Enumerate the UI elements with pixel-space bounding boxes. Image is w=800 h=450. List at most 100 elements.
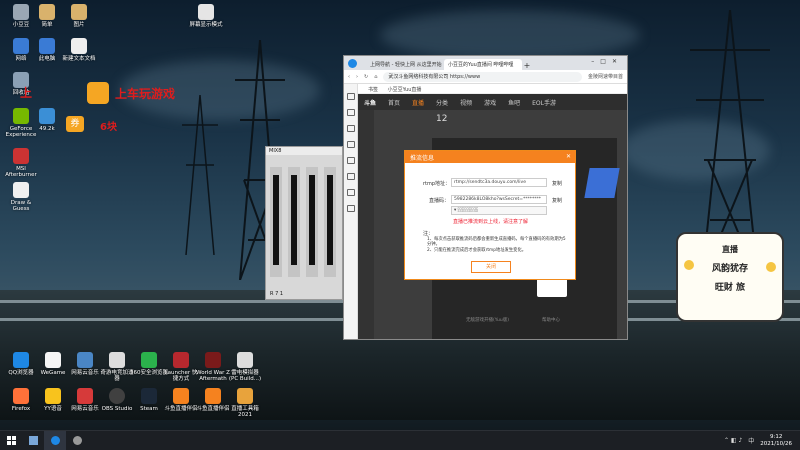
mixer-footer: R 7 1 — [270, 291, 284, 297]
refresh-icon[interactable]: ↻ — [364, 74, 368, 80]
sidebar-icon[interactable] — [346, 109, 355, 116]
bookmark-item[interactable]: 小豆豆Yuu直播 — [388, 87, 422, 93]
address-bar: ‹ › ↻ ⌂ 武汉斗鱼网络科技有限公司 https://www 金陵网速带目首 — [344, 70, 627, 84]
footer-right[interactable]: 帮助中心 — [542, 317, 560, 323]
nav-item[interactable]: 分类 — [436, 98, 448, 107]
promo-graphic — [584, 168, 620, 198]
push-info-modal: 推流信息 ✕ rtmp地址： rtmp://sendtc3a.douyu.com… — [404, 150, 576, 280]
wwz-icon — [205, 352, 221, 368]
desktop-icon[interactable]: MSI Afterburner — [2, 148, 40, 178]
sidebar-icon[interactable] — [346, 141, 355, 148]
desktop-icon[interactable]: 雷电模拟器 (PC Build...) — [226, 352, 264, 382]
footer-left: 无敌游戏开播(Yuu版) — [466, 318, 509, 323]
nav-item[interactable]: 鱼吧 — [508, 98, 520, 107]
home-icon[interactable]: ⌂ — [374, 74, 377, 80]
steam-icon — [141, 388, 157, 404]
banner-prefix: 上 — [20, 86, 33, 100]
browser-icon — [50, 436, 60, 445]
rtmp-label: rtmp地址： — [423, 181, 451, 187]
browser-logo-icon — [348, 59, 357, 68]
ime-indicator[interactable]: 中 — [748, 436, 754, 445]
clock-time: 9:12 — [769, 433, 783, 440]
nvidia-icon — [13, 108, 29, 124]
tab-stream[interactable]: 小豆豆的Yuu直播间 哔哩哔哩 — [444, 59, 522, 70]
toolbox-icon — [237, 388, 253, 404]
desktop: { "desktop": { "icons": [ {"label": "小豆豆… — [0, 0, 800, 450]
copy-rtmp-button[interactable]: 复制 — [552, 180, 562, 187]
sidebar-icon[interactable] — [346, 189, 355, 196]
system-tray-icons[interactable]: ⌃ ◧ ♪ — [724, 437, 742, 444]
yy-icon — [45, 388, 61, 404]
tab-navigation[interactable]: 上网导航 - 轻快上网 从这里开始 — [366, 59, 444, 70]
sidebar-icon[interactable] — [346, 125, 355, 132]
modal-header: 推流信息 ✕ — [405, 151, 575, 163]
audio-mixer-window[interactable]: MIX8 R 7 1 — [265, 146, 343, 300]
copy-key-button[interactable]: 复制 — [552, 197, 562, 204]
music-icon — [77, 388, 93, 404]
qq-browser-icon — [13, 352, 29, 368]
accelerator-icon — [109, 352, 125, 368]
clock[interactable]: 9:12 2021/10/26 — [760, 434, 792, 448]
app-button[interactable] — [22, 431, 44, 450]
window-controls[interactable]: –□✕ — [591, 58, 623, 65]
wegame-icon — [45, 352, 61, 368]
sun-icon — [684, 260, 694, 270]
sidebar-icon[interactable] — [346, 173, 355, 180]
app-icon — [28, 436, 38, 445]
score-number: 12 — [436, 114, 448, 124]
bookmark-item[interactable]: 书签 — [368, 87, 378, 93]
close-icon[interactable]: ✕ — [566, 153, 571, 160]
forward-icon[interactable]: › — [356, 74, 358, 80]
monitor-icon — [198, 4, 214, 20]
desktop-icon[interactable]: Draw & Guess — [2, 182, 40, 212]
mixer-channel[interactable] — [324, 167, 336, 277]
taskbar: ⌃ ◧ ♪ 中 9:12 2021/10/26 — [0, 430, 800, 450]
address-right-text[interactable]: 金陵网速带目首 — [588, 73, 623, 80]
launcher-icon — [173, 352, 189, 368]
back-icon[interactable]: ‹ — [348, 74, 350, 80]
douyu-icon — [173, 388, 189, 404]
site-logo[interactable]: 斗鱼 — [364, 98, 376, 107]
music-icon — [77, 352, 93, 368]
close-button[interactable]: 关闭 — [471, 261, 511, 273]
sidebar-icon[interactable] — [346, 93, 355, 100]
card-line: 旺财 旅 — [714, 283, 746, 293]
desktop-icon[interactable]: 直播工具箱 2021 — [226, 388, 264, 418]
nav-item[interactable]: 首页 — [388, 98, 400, 107]
warning-text: 直播已推流到云上线，请注意了解 — [453, 219, 529, 225]
windows-icon — [6, 436, 16, 445]
msi-icon — [13, 148, 29, 164]
desktop-icon[interactable]: 新建文本文档 — [60, 38, 98, 62]
folder-icon — [71, 4, 87, 20]
app-icon — [72, 436, 82, 445]
url-input[interactable]: 武汉斗鱼网络科技有限公司 https://www — [383, 71, 582, 82]
app-button[interactable] — [66, 431, 88, 450]
site-nav: 斗鱼 首页 直播 分类 视频 游戏 鱼吧 EOL手游 — [358, 94, 627, 110]
nav-item[interactable]: 游戏 — [484, 98, 496, 107]
modal-title: 推流信息 — [410, 155, 435, 162]
new-tab-button[interactable]: + — [522, 61, 532, 70]
sticker-card: 直播 风韵犹存 旺财 旅 — [676, 232, 784, 322]
nav-item[interactable]: EOL手游 — [532, 98, 556, 107]
select-field[interactable]: ▾ ░░░░░░ — [451, 206, 547, 215]
tab-bar: 上网导航 - 轻快上网 从这里开始 小豆豆的Yuu直播间 哔哩哔哩 + –□✕ — [344, 56, 627, 70]
note-line: 2、只能在推流完成后才会获取rtmp地址发生变化。 — [427, 248, 527, 253]
start-button[interactable] — [0, 431, 22, 450]
mixer-channel[interactable] — [306, 167, 318, 277]
banner-text: 上车玩游戏 — [115, 87, 176, 101]
key-label: 直播码： — [429, 198, 450, 204]
obs-icon — [109, 388, 125, 404]
sidebar-icon[interactable] — [346, 157, 355, 164]
desktop-icon[interactable]: GeForce Experience — [2, 108, 40, 138]
desktop-icon[interactable]: 图片 — [60, 4, 98, 28]
mixer-channel[interactable] — [270, 167, 282, 277]
overlay-icon[interactable]: 屏幕显示模式 — [188, 4, 224, 28]
key-field[interactable]: 5982286k8LO8kho?wsSecret=******** — [451, 195, 547, 204]
nav-item[interactable]: 视频 — [460, 98, 472, 107]
browser-button[interactable] — [44, 430, 66, 450]
mixer-channel[interactable] — [288, 167, 300, 277]
sidebar-icon[interactable] — [346, 205, 355, 212]
nav-item[interactable]: 直播 — [412, 98, 424, 107]
rtmp-field[interactable]: rtmp://sendtc3a.douyu.com/live — [451, 178, 547, 187]
computer-icon — [39, 38, 55, 54]
